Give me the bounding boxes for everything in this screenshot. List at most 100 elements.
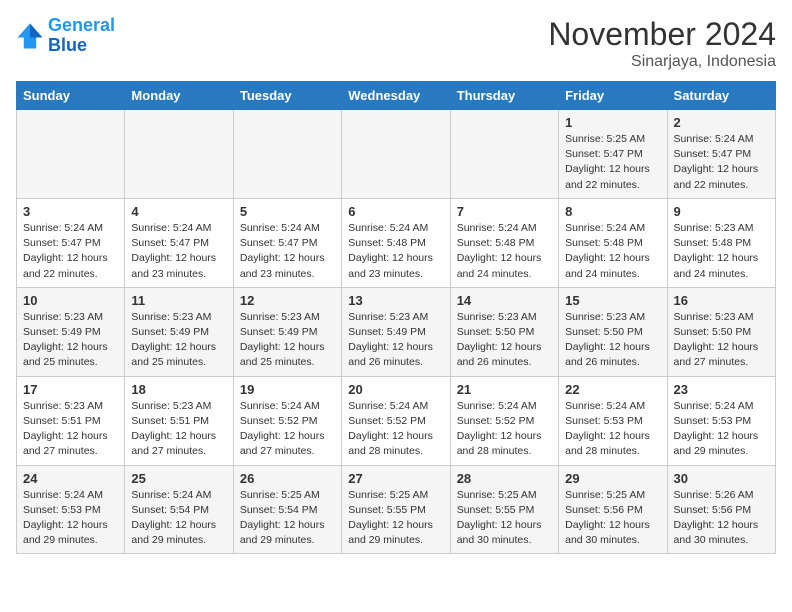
page-header: General Blue November 2024 Sinarjaya, In… xyxy=(16,16,776,71)
calendar-cell: 18 Sunrise: 5:23 AM Sunset: 5:51 PM Dayli… xyxy=(125,376,233,465)
calendar-cell: 17 Sunrise: 5:23 AM Sunset: 5:51 PM Dayli… xyxy=(17,376,125,465)
day-number: 27 xyxy=(348,471,443,486)
day-info: Sunrise: 5:24 AM Sunset: 5:47 PM Dayligh… xyxy=(240,221,335,282)
day-info: Sunrise: 5:23 AM Sunset: 5:49 PM Dayligh… xyxy=(240,310,335,371)
calendar-cell: 15Sunrise: 5:23 AM Sunset: 5:50 PM Dayli… xyxy=(559,287,667,376)
day-number: 8 xyxy=(565,204,660,219)
week-row-1: 1 Sunrise: 5:25 AM Sunset: 5:47 PM Daylig… xyxy=(17,110,776,199)
day-info: Sunrise: 5:23 AM Sunset: 5:49 PM Dayligh… xyxy=(348,310,443,371)
calendar-cell: 24 Sunrise: 5:24 AM Sunset: 5:53 PM Dayli… xyxy=(17,465,125,554)
day-info: Sunrise: 5:26 AM Sunset: 5:56 PM Dayligh… xyxy=(674,488,769,549)
day-info: Sunrise: 5:24 AM Sunset: 5:48 PM Dayligh… xyxy=(457,221,552,282)
weekday-header-row: SundayMondayTuesdayWednesdayThursdayFrid… xyxy=(17,82,776,110)
calendar-cell: 22Sunrise: 5:24 AM Sunset: 5:53 PM Dayli… xyxy=(559,376,667,465)
weekday-thursday: Thursday xyxy=(450,82,558,110)
day-number: 25 xyxy=(131,471,226,486)
calendar-cell: 21Sunrise: 5:24 AM Sunset: 5:52 PM Dayli… xyxy=(450,376,558,465)
weekday-tuesday: Tuesday xyxy=(233,82,341,110)
calendar-cell xyxy=(450,110,558,199)
day-info: Sunrise: 5:23 AM Sunset: 5:48 PM Dayligh… xyxy=(674,221,769,282)
calendar-cell: 28 Sunrise: 5:25 AM Sunset: 5:55 PM Dayli… xyxy=(450,465,558,554)
day-number: 16 xyxy=(674,293,769,308)
day-number: 17 xyxy=(23,382,118,397)
day-number: 12 xyxy=(240,293,335,308)
day-info: Sunrise: 5:25 AM Sunset: 5:55 PM Dayligh… xyxy=(457,488,552,549)
day-number: 4 xyxy=(131,204,226,219)
calendar-cell: 26 Sunrise: 5:25 AM Sunset: 5:54 PM Dayli… xyxy=(233,465,341,554)
day-number: 2 xyxy=(674,115,769,130)
calendar-body: 1 Sunrise: 5:25 AM Sunset: 5:47 PM Daylig… xyxy=(17,110,776,554)
week-row-5: 24 Sunrise: 5:24 AM Sunset: 5:53 PM Dayli… xyxy=(17,465,776,554)
day-info: Sunrise: 5:24 AM Sunset: 5:48 PM Dayligh… xyxy=(565,221,660,282)
calendar-cell: 12 Sunrise: 5:23 AM Sunset: 5:49 PM Dayli… xyxy=(233,287,341,376)
day-info: Sunrise: 5:24 AM Sunset: 5:53 PM Dayligh… xyxy=(23,488,118,549)
calendar-cell xyxy=(125,110,233,199)
day-number: 18 xyxy=(131,382,226,397)
day-number: 5 xyxy=(240,204,335,219)
calendar-cell: 10 Sunrise: 5:23 AM Sunset: 5:49 PM Dayli… xyxy=(17,287,125,376)
day-number: 3 xyxy=(23,204,118,219)
weekday-friday: Friday xyxy=(559,82,667,110)
calendar-cell xyxy=(233,110,341,199)
calendar-table: SundayMondayTuesdayWednesdayThursdayFrid… xyxy=(16,81,776,554)
logo-text: General Blue xyxy=(48,16,115,56)
calendar-cell: 29Sunrise: 5:25 AM Sunset: 5:56 PM Dayli… xyxy=(559,465,667,554)
day-info: Sunrise: 5:25 AM Sunset: 5:56 PM Dayligh… xyxy=(565,488,660,549)
day-number: 21 xyxy=(457,382,552,397)
calendar-cell: 14Sunrise: 5:23 AM Sunset: 5:50 PM Dayli… xyxy=(450,287,558,376)
day-info: Sunrise: 5:23 AM Sunset: 5:51 PM Dayligh… xyxy=(23,399,118,460)
day-info: Sunrise: 5:24 AM Sunset: 5:53 PM Dayligh… xyxy=(674,399,769,460)
day-info: Sunrise: 5:24 AM Sunset: 5:47 PM Dayligh… xyxy=(131,221,226,282)
calendar-cell: 23 Sunrise: 5:24 AM Sunset: 5:53 PM Dayli… xyxy=(667,376,775,465)
calendar-cell: 4 Sunrise: 5:24 AM Sunset: 5:47 PM Daylig… xyxy=(125,198,233,287)
day-number: 26 xyxy=(240,471,335,486)
calendar-cell: 13 Sunrise: 5:23 AM Sunset: 5:49 PM Dayli… xyxy=(342,287,450,376)
day-number: 20 xyxy=(348,382,443,397)
day-info: Sunrise: 5:23 AM Sunset: 5:49 PM Dayligh… xyxy=(23,310,118,371)
calendar-header: SundayMondayTuesdayWednesdayThursdayFrid… xyxy=(17,82,776,110)
calendar-cell: 1 Sunrise: 5:25 AM Sunset: 5:47 PM Daylig… xyxy=(559,110,667,199)
day-info: Sunrise: 5:24 AM Sunset: 5:47 PM Dayligh… xyxy=(674,132,769,193)
day-info: Sunrise: 5:24 AM Sunset: 5:54 PM Dayligh… xyxy=(131,488,226,549)
calendar-cell xyxy=(17,110,125,199)
day-number: 10 xyxy=(23,293,118,308)
day-number: 23 xyxy=(674,382,769,397)
day-number: 30 xyxy=(674,471,769,486)
day-info: Sunrise: 5:25 AM Sunset: 5:54 PM Dayligh… xyxy=(240,488,335,549)
day-number: 19 xyxy=(240,382,335,397)
location-subtitle: Sinarjaya, Indonesia xyxy=(548,53,776,71)
day-info: Sunrise: 5:23 AM Sunset: 5:51 PM Dayligh… xyxy=(131,399,226,460)
weekday-sunday: Sunday xyxy=(17,82,125,110)
day-info: Sunrise: 5:24 AM Sunset: 5:48 PM Dayligh… xyxy=(348,221,443,282)
day-number: 24 xyxy=(23,471,118,486)
day-number: 1 xyxy=(565,115,660,130)
week-row-4: 17 Sunrise: 5:23 AM Sunset: 5:51 PM Dayli… xyxy=(17,376,776,465)
day-info: Sunrise: 5:24 AM Sunset: 5:52 PM Dayligh… xyxy=(348,399,443,460)
day-number: 7 xyxy=(457,204,552,219)
day-info: Sunrise: 5:24 AM Sunset: 5:53 PM Dayligh… xyxy=(565,399,660,460)
day-number: 28 xyxy=(457,471,552,486)
day-number: 11 xyxy=(131,293,226,308)
calendar-cell: 3Sunrise: 5:24 AM Sunset: 5:47 PM Daylig… xyxy=(17,198,125,287)
day-info: Sunrise: 5:25 AM Sunset: 5:47 PM Dayligh… xyxy=(565,132,660,193)
logo-icon xyxy=(16,22,44,50)
calendar-cell: 9 Sunrise: 5:23 AM Sunset: 5:48 PM Daylig… xyxy=(667,198,775,287)
weekday-wednesday: Wednesday xyxy=(342,82,450,110)
calendar-cell: 5 Sunrise: 5:24 AM Sunset: 5:47 PM Daylig… xyxy=(233,198,341,287)
calendar-cell: 2 Sunrise: 5:24 AM Sunset: 5:47 PM Daylig… xyxy=(667,110,775,199)
month-year-title: November 2024 xyxy=(548,16,776,53)
calendar-cell: 27Sunrise: 5:25 AM Sunset: 5:55 PM Dayli… xyxy=(342,465,450,554)
calendar-cell: 19Sunrise: 5:24 AM Sunset: 5:52 PM Dayli… xyxy=(233,376,341,465)
week-row-3: 10 Sunrise: 5:23 AM Sunset: 5:49 PM Dayli… xyxy=(17,287,776,376)
day-number: 13 xyxy=(348,293,443,308)
day-info: Sunrise: 5:23 AM Sunset: 5:50 PM Dayligh… xyxy=(457,310,552,371)
calendar-cell xyxy=(342,110,450,199)
calendar-cell: 20 Sunrise: 5:24 AM Sunset: 5:52 PM Dayli… xyxy=(342,376,450,465)
day-number: 9 xyxy=(674,204,769,219)
day-number: 6 xyxy=(348,204,443,219)
calendar-cell: 11Sunrise: 5:23 AM Sunset: 5:49 PM Dayli… xyxy=(125,287,233,376)
calendar-cell: 30 Sunrise: 5:26 AM Sunset: 5:56 PM Dayli… xyxy=(667,465,775,554)
calendar-cell: 8 Sunrise: 5:24 AM Sunset: 5:48 PM Daylig… xyxy=(559,198,667,287)
day-info: Sunrise: 5:23 AM Sunset: 5:50 PM Dayligh… xyxy=(565,310,660,371)
calendar-cell: 25 Sunrise: 5:24 AM Sunset: 5:54 PM Dayli… xyxy=(125,465,233,554)
